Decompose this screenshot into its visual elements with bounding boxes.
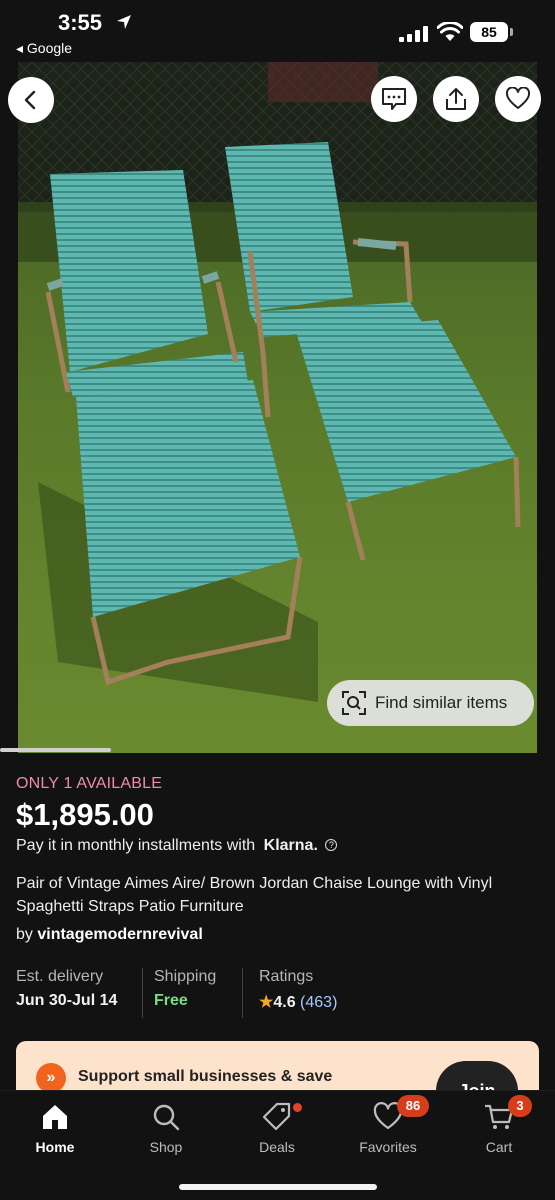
favorites-badge: 86 [397,1095,429,1117]
double-chevron-icon: » [36,1063,66,1093]
tab-favorites[interactable]: 86 Favorites [343,1095,433,1161]
back-button[interactable] [8,77,54,123]
seller-link[interactable]: vintagemodernrevival [37,926,202,943]
wifi-icon [437,22,463,41]
status-bar: 3:55 ◂ Google 85 [0,0,555,60]
klarna-installments[interactable]: Pay it in monthly installments with Klar… [16,837,338,855]
tab-label: Home [35,1139,75,1155]
home-indicator [179,1184,377,1190]
tab-home[interactable]: Home [10,1101,100,1161]
info-icon[interactable]: ? [325,839,338,851]
tab-deals[interactable]: Deals [232,1101,322,1161]
photo-scroll-indicator [0,748,111,752]
klarna-logo: Klarna. [263,837,318,854]
share-button[interactable] [433,76,479,122]
find-similar-items-button[interactable]: Find similar items [327,680,534,726]
seller-line: by vintagemodernrevival [16,926,203,944]
favorite-button[interactable] [495,76,541,122]
battery-level: 85 [470,22,508,42]
listing-facts: Est. delivery Jun 30-Jul 14 Shipping Fre… [16,968,546,1018]
tab-cart[interactable]: 3 Cart [454,1095,544,1161]
installments-text: Pay it in monthly installments with [16,837,256,854]
product-listing-page: 3:55 ◂ Google 85 Find similar items ONLY… [0,0,555,1200]
price: $1,895.00 [16,797,154,832]
chevron-left-icon [24,90,36,110]
find-similar-label: Find similar items [375,693,508,712]
star-icon: ★ [259,994,274,1011]
tab-shop[interactable]: Shop [121,1101,211,1161]
shipping-label: Shipping [154,968,217,985]
message-icon [382,88,406,110]
rating-summary: ★4.6 (463) [259,992,402,1012]
battery-icon: 85 [470,22,514,42]
availability-label: ONLY 1 AVAILABLE [16,775,163,792]
delivery-value: Jun 30-Jul 14 [16,992,118,1009]
cellular-signal-icon [399,26,428,42]
tab-label: Shop [149,1139,183,1155]
heart-icon [505,87,531,109]
ratings-label: Ratings [259,968,314,985]
listing-title: Pair of Vintage Aimes Aire/ Brown Jordan… [16,875,493,915]
tab-label: Deals [259,1139,295,1155]
rating-count: (463) [300,994,338,1011]
estimated-delivery: Est. delivery Jun 30-Jul 14 [16,968,142,1018]
message-seller-button[interactable] [371,76,417,122]
rating-value: 4.6 [273,994,296,1011]
visual-search-icon [342,691,366,715]
shipping-info: Shipping Free [142,968,242,1018]
product-photo[interactable] [18,62,537,753]
back-to-app-link[interactable]: ◂ Google [16,40,72,57]
home-icon [43,1105,67,1129]
location-arrow-icon [117,15,131,29]
delivery-label: Est. delivery [16,968,104,985]
search-icon [153,1104,180,1131]
tab-label: Cart [485,1139,513,1155]
deals-notification-dot [293,1103,302,1112]
status-time: 3:55 [58,10,103,35]
tag-icon [262,1102,291,1131]
shipping-value: Free [154,992,188,1009]
share-icon [446,88,466,110]
banner-text: Support small businesses & save [78,1068,333,1085]
chaise-lounge-photo [18,62,537,753]
tab-label: Favorites [359,1139,417,1155]
seller-prefix: by [16,926,33,943]
cart-badge: 3 [508,1095,532,1117]
ratings-info[interactable]: Ratings ★4.6 (463) [242,968,402,1018]
